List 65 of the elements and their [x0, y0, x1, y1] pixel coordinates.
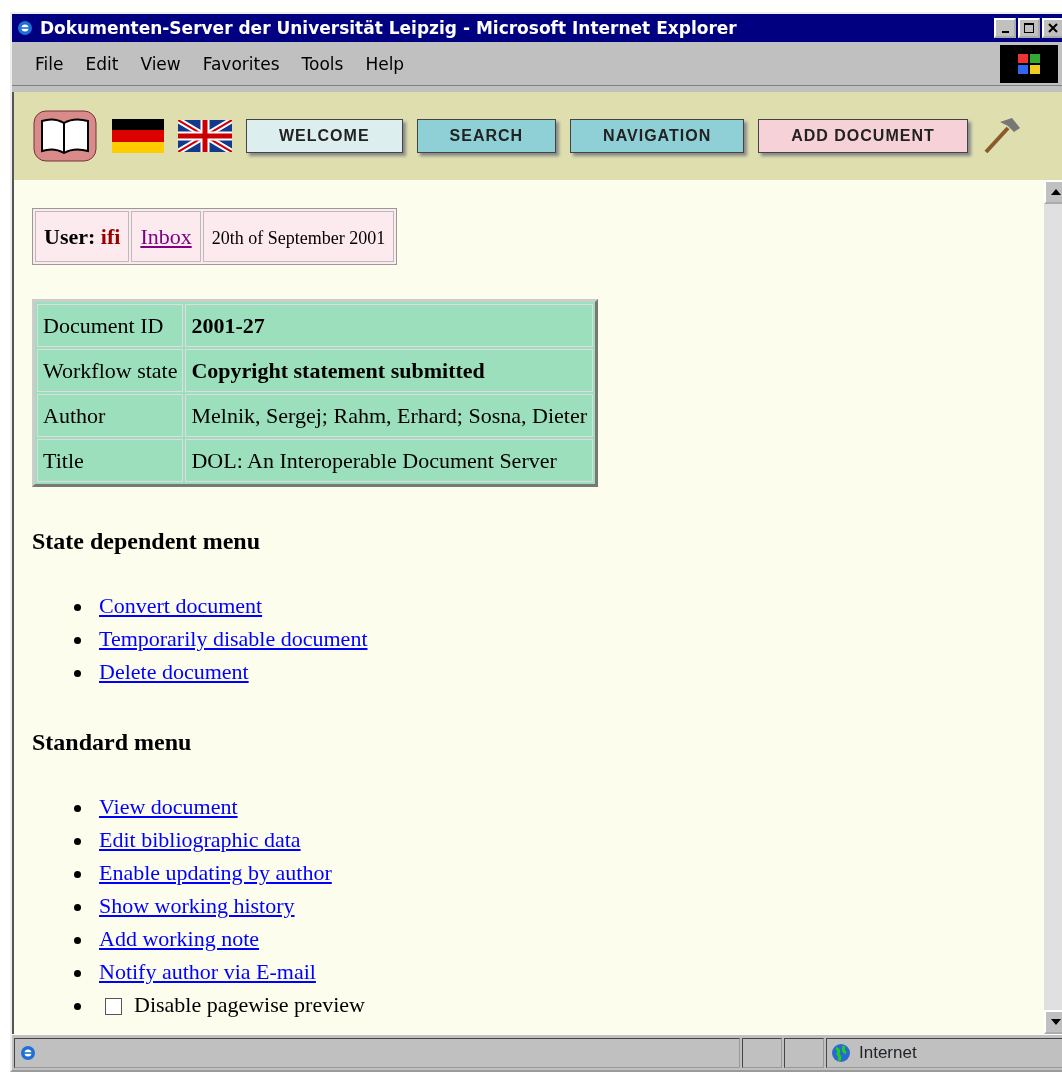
menu-link[interactable]: View document [99, 794, 238, 819]
maximize-icon [1024, 23, 1034, 33]
table-cell: Document ID [37, 304, 184, 347]
bullet-icon [74, 637, 81, 645]
section-heading: State dependent menu [32, 527, 261, 556]
close-button[interactable] [1042, 18, 1062, 38]
menu-item[interactable]: Favorites [191, 53, 291, 74]
menu-link[interactable]: Convert document [99, 593, 263, 618]
down-arrow-icon [1051, 1019, 1061, 1025]
german-flag-icon[interactable] [112, 119, 164, 153]
minimize-button[interactable] [994, 18, 1016, 38]
menu-link[interactable]: Delete document [99, 659, 249, 684]
scroll-up-button[interactable] [1044, 180, 1062, 204]
bullet-icon [74, 970, 81, 978]
bullet-icon [74, 604, 81, 612]
bullet-icon [74, 1003, 81, 1011]
british-flag-icon[interactable] [178, 120, 232, 152]
browser-e-icon [16, 19, 34, 37]
zone-text: Internet [859, 1042, 917, 1063]
menu-item[interactable]: File [24, 53, 75, 74]
minimize-icon [1001, 30, 1009, 33]
maximize-button[interactable] [1018, 18, 1040, 38]
table-cell: Workflow state [37, 349, 184, 392]
checkbox-label: Disable pagewise preview [134, 992, 365, 1017]
bullet-icon [74, 937, 81, 945]
nav-button[interactable]: ADD DOCUMENT [758, 119, 968, 153]
menu-item[interactable]: Tools [290, 53, 355, 74]
menu-item[interactable]: Help [354, 53, 416, 74]
table-cell: Copyright statement submitted [185, 349, 593, 392]
table-cell: Author [37, 394, 184, 437]
up-arrow-icon [1051, 189, 1061, 195]
menu-link[interactable]: Show working history [99, 893, 295, 918]
status-pane [742, 1037, 782, 1068]
table-cell: Melnik, Sergej; Rahm, Erhard; Sosna, Dieter [185, 394, 593, 437]
bullet-icon [74, 838, 81, 846]
scroll-down-button[interactable] [1044, 1010, 1062, 1034]
bullet-icon [74, 670, 81, 678]
table-cell: Title [37, 439, 184, 482]
close-icon [1048, 23, 1058, 33]
book-icon [32, 109, 98, 163]
windows-logo-icon [1017, 52, 1041, 75]
nav-button[interactable]: WELCOME [246, 119, 403, 153]
bullet-icon [74, 805, 81, 813]
browser-e-icon [19, 1043, 37, 1062]
menu-link[interactable]: Edit bibliographic data [99, 827, 301, 852]
menu-item[interactable]: Edit [74, 53, 130, 74]
bullet-icon [74, 871, 81, 879]
nav-button[interactable]: NAVIGATION [570, 119, 745, 153]
date-text: 20th of September 2001 [211, 228, 386, 248]
menu-link[interactable]: Add working note [99, 926, 260, 951]
checkbox[interactable] [105, 998, 122, 1016]
menu-link[interactable]: Notify author via E-mail [99, 959, 316, 984]
bullet-icon [74, 904, 81, 912]
user-name: ifi [100, 224, 121, 249]
window-title: Dokumenten-Server der Universität Leipzig - Microsoft Internet Explorer [40, 18, 737, 38]
table-cell: 2001-27 [185, 304, 593, 347]
table-cell: DOL: An Interoperable Document Server [185, 439, 593, 482]
menu-link[interactable]: Enable updating by author [99, 860, 332, 885]
section-heading: Standard menu [32, 728, 193, 757]
nav-button[interactable]: SEARCH [416, 119, 557, 153]
menu-item[interactable]: View [129, 53, 192, 74]
status-pane [784, 1037, 824, 1068]
globe-icon [831, 1042, 851, 1063]
user-label: User: [44, 224, 96, 249]
menu-link[interactable]: Temporarily disable document [99, 626, 368, 651]
